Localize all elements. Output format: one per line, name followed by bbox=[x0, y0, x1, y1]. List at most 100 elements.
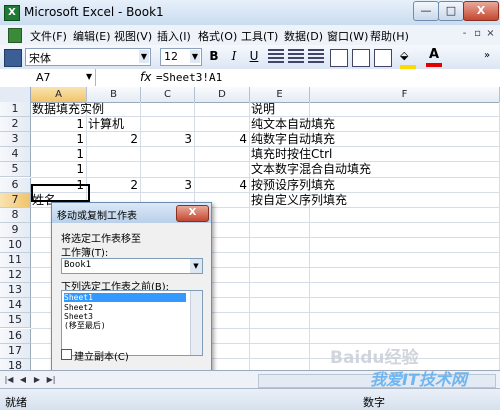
formula-input[interactable]: =Sheet3!A1 bbox=[156, 71, 222, 84]
row-header-8[interactable]: 8 bbox=[0, 207, 31, 223]
create-copy-label: 建立副本(C) bbox=[74, 352, 129, 363]
maximize-button[interactable]: □ bbox=[438, 1, 464, 21]
align-center-icon[interactable] bbox=[288, 49, 304, 65]
list-scrollbar[interactable] bbox=[190, 291, 202, 355]
close-window-button[interactable]: X bbox=[463, 1, 499, 21]
underline-button[interactable]: U bbox=[246, 49, 262, 64]
cell-b3[interactable]: 2 bbox=[87, 132, 138, 146]
row-header-16[interactable]: 16 bbox=[0, 328, 31, 344]
prev-sheet-icon[interactable]: ◀ bbox=[18, 375, 28, 385]
cell-a4[interactable]: 1 bbox=[31, 147, 84, 161]
chevron-down-icon[interactable]: ▼ bbox=[86, 72, 92, 81]
doc-close-icon[interactable]: × bbox=[485, 28, 496, 39]
workbook-label: 工作簿(T): bbox=[61, 248, 109, 259]
workbook-select[interactable]: Book1 ▼ bbox=[61, 258, 203, 274]
menu-insert[interactable]: 插入(I) bbox=[157, 28, 191, 44]
title-bar: X Microsoft Excel - Book1 — □ X bbox=[0, 0, 500, 26]
row-header-1[interactable]: 1 bbox=[0, 102, 31, 118]
row-header-2[interactable]: 2 bbox=[0, 117, 31, 133]
workbook-value: Book1 bbox=[64, 260, 92, 270]
first-sheet-icon[interactable]: |◀ bbox=[4, 375, 14, 385]
column-header-a[interactable]: A bbox=[31, 87, 87, 103]
cell-c6[interactable]: 3 bbox=[141, 178, 192, 192]
row-header-14[interactable]: 14 bbox=[0, 298, 31, 314]
align-right-icon[interactable] bbox=[308, 49, 324, 65]
minimize-button[interactable]: — bbox=[413, 1, 439, 21]
window-title: Microsoft Excel - Book1 bbox=[24, 5, 164, 19]
font-select[interactable]: 宋体 ▼ bbox=[25, 48, 151, 66]
row-header-11[interactable]: 11 bbox=[0, 253, 31, 269]
dialog-close-button[interactable]: X bbox=[176, 205, 209, 222]
cell-e1[interactable]: 说明 bbox=[251, 102, 275, 116]
menu-tools[interactable]: 工具(T) bbox=[241, 28, 278, 44]
row-header-5[interactable]: 5 bbox=[0, 162, 31, 178]
cell-a2[interactable]: 1 bbox=[31, 117, 84, 131]
menu-help[interactable]: 帮助(H) bbox=[370, 28, 409, 44]
indent-icon[interactable] bbox=[352, 49, 370, 67]
row-header-17[interactable]: 17 bbox=[0, 343, 31, 359]
fill-color-icon[interactable]: ⬙ bbox=[400, 49, 416, 69]
toolbar-options-icon[interactable]: » bbox=[484, 50, 490, 61]
save-icon[interactable] bbox=[4, 49, 22, 67]
excel-app-icon[interactable]: X bbox=[4, 5, 20, 21]
cell-a5[interactable]: 1 bbox=[31, 162, 84, 176]
cell-e2[interactable]: 纯文本自动填充 bbox=[251, 117, 335, 131]
row-header-4[interactable]: 4 bbox=[0, 147, 31, 163]
row-header-12[interactable]: 12 bbox=[0, 268, 31, 284]
active-cell[interactable] bbox=[31, 184, 90, 202]
menu-view[interactable]: 视图(V) bbox=[114, 28, 152, 44]
cell-b6[interactable]: 2 bbox=[87, 178, 138, 192]
cell-e3[interactable]: 纯数字自动填充 bbox=[251, 132, 335, 146]
last-sheet-icon[interactable]: ▶| bbox=[46, 375, 56, 385]
column-header-e[interactable]: E bbox=[250, 87, 310, 103]
workbook-icon[interactable] bbox=[8, 28, 22, 43]
status-bar: 就绪 数字 bbox=[0, 388, 500, 410]
menu-edit[interactable]: 编辑(E) bbox=[73, 28, 111, 44]
sheet-listbox[interactable]: Sheet1 Sheet2 Sheet3 (移至最后) bbox=[61, 290, 203, 356]
list-item[interactable]: Sheet2 bbox=[64, 303, 186, 312]
cell-d6[interactable]: 4 bbox=[195, 178, 247, 192]
align-left-icon[interactable] bbox=[268, 49, 284, 65]
cell-d3[interactable]: 4 bbox=[195, 132, 247, 146]
menu-window[interactable]: 窗口(W) bbox=[327, 28, 368, 44]
select-all-corner[interactable] bbox=[0, 87, 31, 103]
font-size-select[interactable]: 12 ▼ bbox=[160, 48, 202, 66]
menu-data[interactable]: 数据(D) bbox=[284, 28, 323, 44]
bold-button[interactable]: B bbox=[206, 49, 222, 64]
chevron-down-icon: ▼ bbox=[190, 50, 200, 63]
borders-icon[interactable] bbox=[374, 49, 392, 67]
cell-e5[interactable]: 文本数字混合自动填充 bbox=[251, 162, 371, 176]
doc-restore-icon[interactable]: ▫ bbox=[472, 28, 483, 39]
cell-e6[interactable]: 按预设序列填充 bbox=[251, 178, 335, 192]
list-item[interactable]: Sheet3 bbox=[64, 312, 186, 321]
menu-file[interactable]: 文件(F) bbox=[30, 28, 67, 44]
cell-c3[interactable]: 3 bbox=[141, 132, 192, 146]
row-header-10[interactable]: 10 bbox=[0, 237, 31, 253]
doc-minimize-icon[interactable]: - bbox=[459, 28, 470, 39]
cell-a1[interactable]: 数据填充实例 bbox=[32, 102, 104, 116]
row-header-13[interactable]: 13 bbox=[0, 283, 31, 299]
row-header-3[interactable]: 3 bbox=[0, 132, 31, 148]
list-item[interactable]: (移至最后) bbox=[64, 321, 186, 330]
column-header-f[interactable]: F bbox=[310, 87, 500, 103]
row-header-15[interactable]: 15 bbox=[0, 313, 31, 329]
row-header-7[interactable]: 7 bbox=[0, 192, 31, 208]
insert-function-icon[interactable]: fx bbox=[140, 70, 151, 84]
column-header-d[interactable]: D bbox=[195, 87, 250, 103]
italic-button[interactable]: I bbox=[226, 49, 242, 64]
cell-e7[interactable]: 按自定义序列填充 bbox=[251, 193, 347, 207]
list-item[interactable]: Sheet1 bbox=[64, 293, 186, 302]
font-color-icon[interactable]: A bbox=[426, 47, 442, 67]
create-copy-checkbox[interactable] bbox=[61, 349, 72, 360]
row-header-6[interactable]: 6 bbox=[0, 177, 31, 193]
next-sheet-icon[interactable]: ▶ bbox=[32, 375, 42, 385]
row-header-9[interactable]: 9 bbox=[0, 222, 31, 238]
menu-format[interactable]: 格式(O) bbox=[198, 28, 237, 44]
cell-e4[interactable]: 填充时按住Ctrl bbox=[251, 147, 332, 161]
merge-cells-icon[interactable] bbox=[330, 49, 348, 67]
column-header-c[interactable]: C bbox=[141, 87, 195, 103]
column-header-b[interactable]: B bbox=[87, 87, 141, 103]
name-box[interactable]: A7 ▼ bbox=[0, 69, 96, 86]
cell-b2[interactable]: 计算机 bbox=[88, 117, 124, 131]
cell-a3[interactable]: 1 bbox=[31, 132, 84, 146]
